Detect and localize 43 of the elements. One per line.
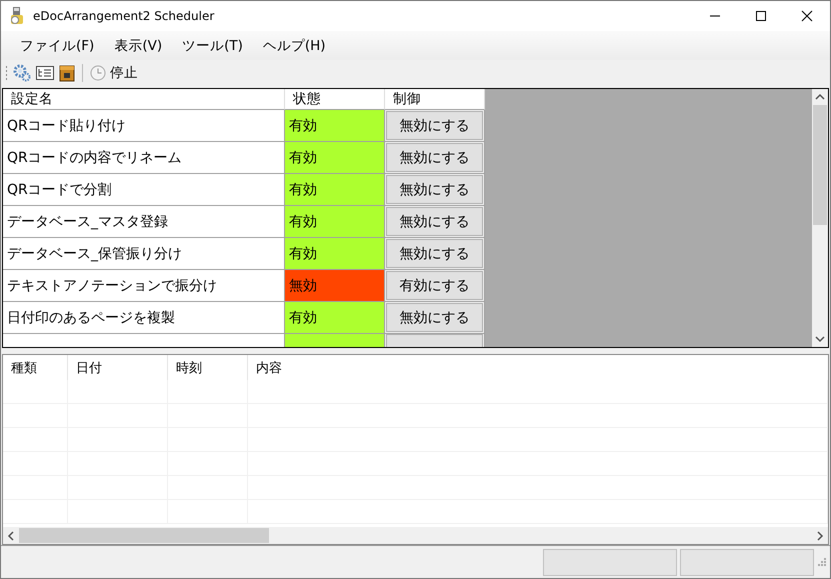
table-cell: QRコードの内容でリネーム: [3, 142, 285, 174]
toggle-button[interactable]: 無効にする: [386, 207, 483, 236]
maximize-icon[interactable]: [755, 10, 767, 22]
toggle-button[interactable]: 無効にする: [386, 303, 483, 332]
status-cell: 有効: [285, 206, 385, 238]
grip-icon: [5, 65, 8, 81]
status-cell: 有効: [285, 174, 385, 206]
toggle-button[interactable]: 無効にする: [386, 143, 483, 172]
window-title: eDocArrangement2 Scheduler: [33, 9, 214, 23]
toggle-button[interactable]: 有効にする: [386, 271, 483, 300]
table-cell: QRコード貼り付け: [3, 110, 285, 142]
table-cell: テキストアノテーションで振分け: [3, 270, 285, 302]
column-header[interactable]: 種類: [3, 355, 68, 380]
tree-view-icon[interactable]: [36, 65, 54, 81]
resize-grip-icon[interactable]: [817, 557, 827, 567]
status-cell: 無効: [285, 270, 385, 302]
status-cell: 有効: [285, 238, 385, 270]
menu-item[interactable]: ファイル(F): [10, 36, 104, 54]
horizontal-scrollbar[interactable]: [3, 527, 828, 544]
vertical-scrollbar[interactable]: [812, 89, 828, 347]
status-cell: 有効: [285, 302, 385, 334]
toggle-button[interactable]: 無効にする: [386, 239, 483, 268]
clock-icon: [90, 65, 106, 81]
status-cell: 有効: [285, 110, 385, 142]
column-header[interactable]: 制御: [385, 89, 485, 110]
table-cell: 日付印のあるページを複製: [3, 302, 285, 334]
menu-item[interactable]: ヘルプ(H): [252, 36, 336, 54]
menu-item[interactable]: ツール(T): [172, 36, 253, 54]
column-header[interactable]: 時刻: [168, 355, 248, 380]
toggle-button[interactable]: 無効にする: [386, 111, 483, 140]
stop-button[interactable]: 停止: [90, 64, 138, 82]
toggle-button[interactable]: 無効にする: [386, 175, 483, 204]
package-icon[interactable]: [59, 64, 75, 82]
close-icon[interactable]: [801, 10, 813, 22]
app-icon: [9, 7, 25, 25]
settings-icon[interactable]: [13, 64, 31, 82]
status-cell: 有効: [285, 142, 385, 174]
menu-item[interactable]: 表示(V): [104, 36, 172, 54]
column-header[interactable]: 日付: [68, 355, 168, 380]
column-header[interactable]: 内容: [248, 355, 828, 380]
table-cell: QRコードで分割: [3, 174, 285, 206]
table-cell: データベース_保管振り分け: [3, 238, 285, 270]
table-cell: データベース_マスタ登録: [3, 206, 285, 238]
